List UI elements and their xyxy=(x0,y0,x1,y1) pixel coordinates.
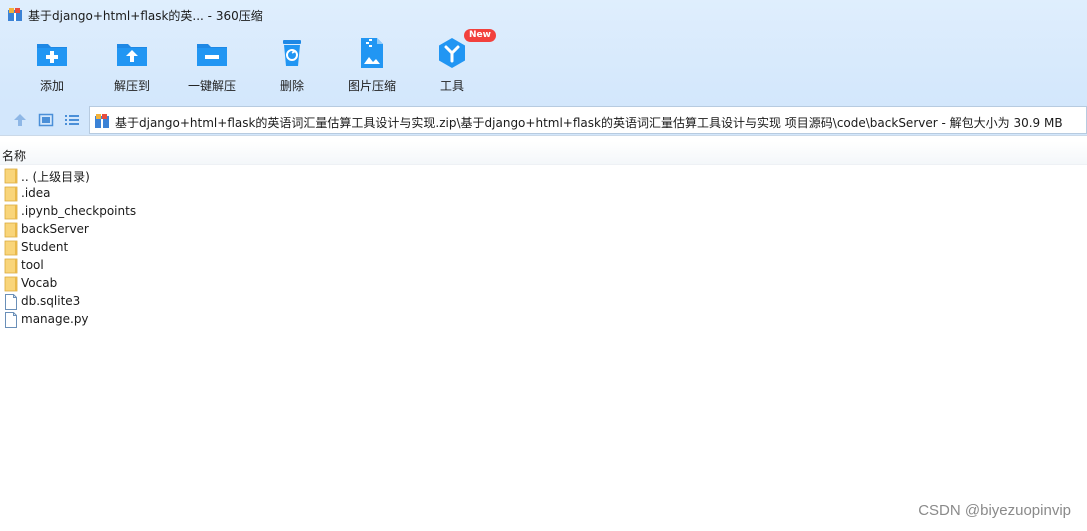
delete-button[interactable]: 删除 xyxy=(252,32,332,98)
address-row: 基于django+html+flask的英语词汇量估算工具设计与实现.zip\基… xyxy=(0,104,1087,136)
file-name: Student xyxy=(21,240,69,254)
folder-row[interactable]: Vocab xyxy=(0,275,1087,293)
list-view-icon[interactable] xyxy=(64,112,80,128)
image-compress-label: 图片压缩 xyxy=(347,79,396,93)
folder-row[interactable]: .ipynb_checkpoints xyxy=(0,203,1087,221)
image-compress-icon xyxy=(361,38,383,68)
column-header[interactable]: 名称 xyxy=(0,141,1087,165)
folder-icon xyxy=(4,168,18,184)
add-label: 添加 xyxy=(39,79,64,93)
view-mode-icon[interactable] xyxy=(38,112,54,128)
one-click-extract-button[interactable]: 一键解压 xyxy=(172,32,252,98)
file-name: .idea xyxy=(21,186,51,200)
folder-row[interactable]: tool xyxy=(0,257,1087,275)
file-name: backServer xyxy=(21,222,89,236)
window-chrome: 基于django+html+flask的英... - 360压缩 添加 解压到 xyxy=(0,0,1087,104)
file-list: .. (上级目录) .idea .ipynb_checkpoints backServ… xyxy=(0,167,1087,329)
column-name-header[interactable]: 名称 xyxy=(2,147,26,164)
tools-button[interactable]: New 工具 xyxy=(412,29,496,98)
add-button[interactable]: 添加 xyxy=(12,32,92,98)
one-click-extract-icon xyxy=(197,44,227,66)
extract-to-button[interactable]: 解压到 xyxy=(92,32,172,98)
extract-to-label: 解压到 xyxy=(113,79,150,93)
image-compress-button[interactable]: 图片压缩 xyxy=(332,32,412,98)
one-click-extract-label: 一键解压 xyxy=(187,79,236,93)
delete-label: 删除 xyxy=(279,79,304,93)
tools-label: 工具 xyxy=(439,79,464,93)
file-row[interactable]: manage.py xyxy=(0,311,1087,329)
extract-to-icon xyxy=(117,44,147,66)
new-badge: New xyxy=(464,29,496,42)
folder-icon xyxy=(4,276,18,292)
folder-icon xyxy=(4,258,18,274)
window-title: 基于django+html+flask的英... - 360压缩 xyxy=(28,9,263,23)
folder-icon xyxy=(4,186,18,202)
file-name: Vocab xyxy=(21,276,58,290)
archive-icon xyxy=(95,114,109,128)
folder-icon xyxy=(4,204,18,220)
title-bar: 基于django+html+flask的英... - 360压缩 xyxy=(0,0,1087,30)
toolbar: 添加 解压到 一键解压 删除 图片压缩 New 工具 xyxy=(0,29,1087,102)
file-row[interactable]: db.sqlite3 xyxy=(0,293,1087,311)
delete-icon xyxy=(283,40,301,66)
file-name: .ipynb_checkpoints xyxy=(21,204,137,218)
file-name: db.sqlite3 xyxy=(21,294,81,308)
address-bar[interactable]: 基于django+html+flask的英语词汇量估算工具设计与实现.zip\基… xyxy=(89,106,1087,134)
address-path: 基于django+html+flask的英语词汇量估算工具设计与实现.zip\基… xyxy=(115,116,1063,130)
up-arrow-icon[interactable] xyxy=(12,112,28,128)
folder-row[interactable]: .. (上级目录) xyxy=(0,167,1087,185)
tools-icon xyxy=(439,38,465,68)
folder-row[interactable]: Student xyxy=(0,239,1087,257)
file-name: .. (上级目录) xyxy=(21,170,90,184)
folder-icon xyxy=(4,240,18,256)
folder-icon xyxy=(4,222,18,238)
folder-row[interactable]: backServer xyxy=(0,221,1087,239)
file-icon xyxy=(5,294,17,310)
folder-row[interactable]: .idea xyxy=(0,185,1087,203)
watermark-text: CSDN @biyezuopinvip xyxy=(918,502,1071,519)
app-logo-icon xyxy=(8,8,22,21)
file-name: tool xyxy=(21,258,44,272)
file-icon xyxy=(5,312,17,328)
add-icon xyxy=(37,44,67,66)
file-name: manage.py xyxy=(21,312,89,326)
